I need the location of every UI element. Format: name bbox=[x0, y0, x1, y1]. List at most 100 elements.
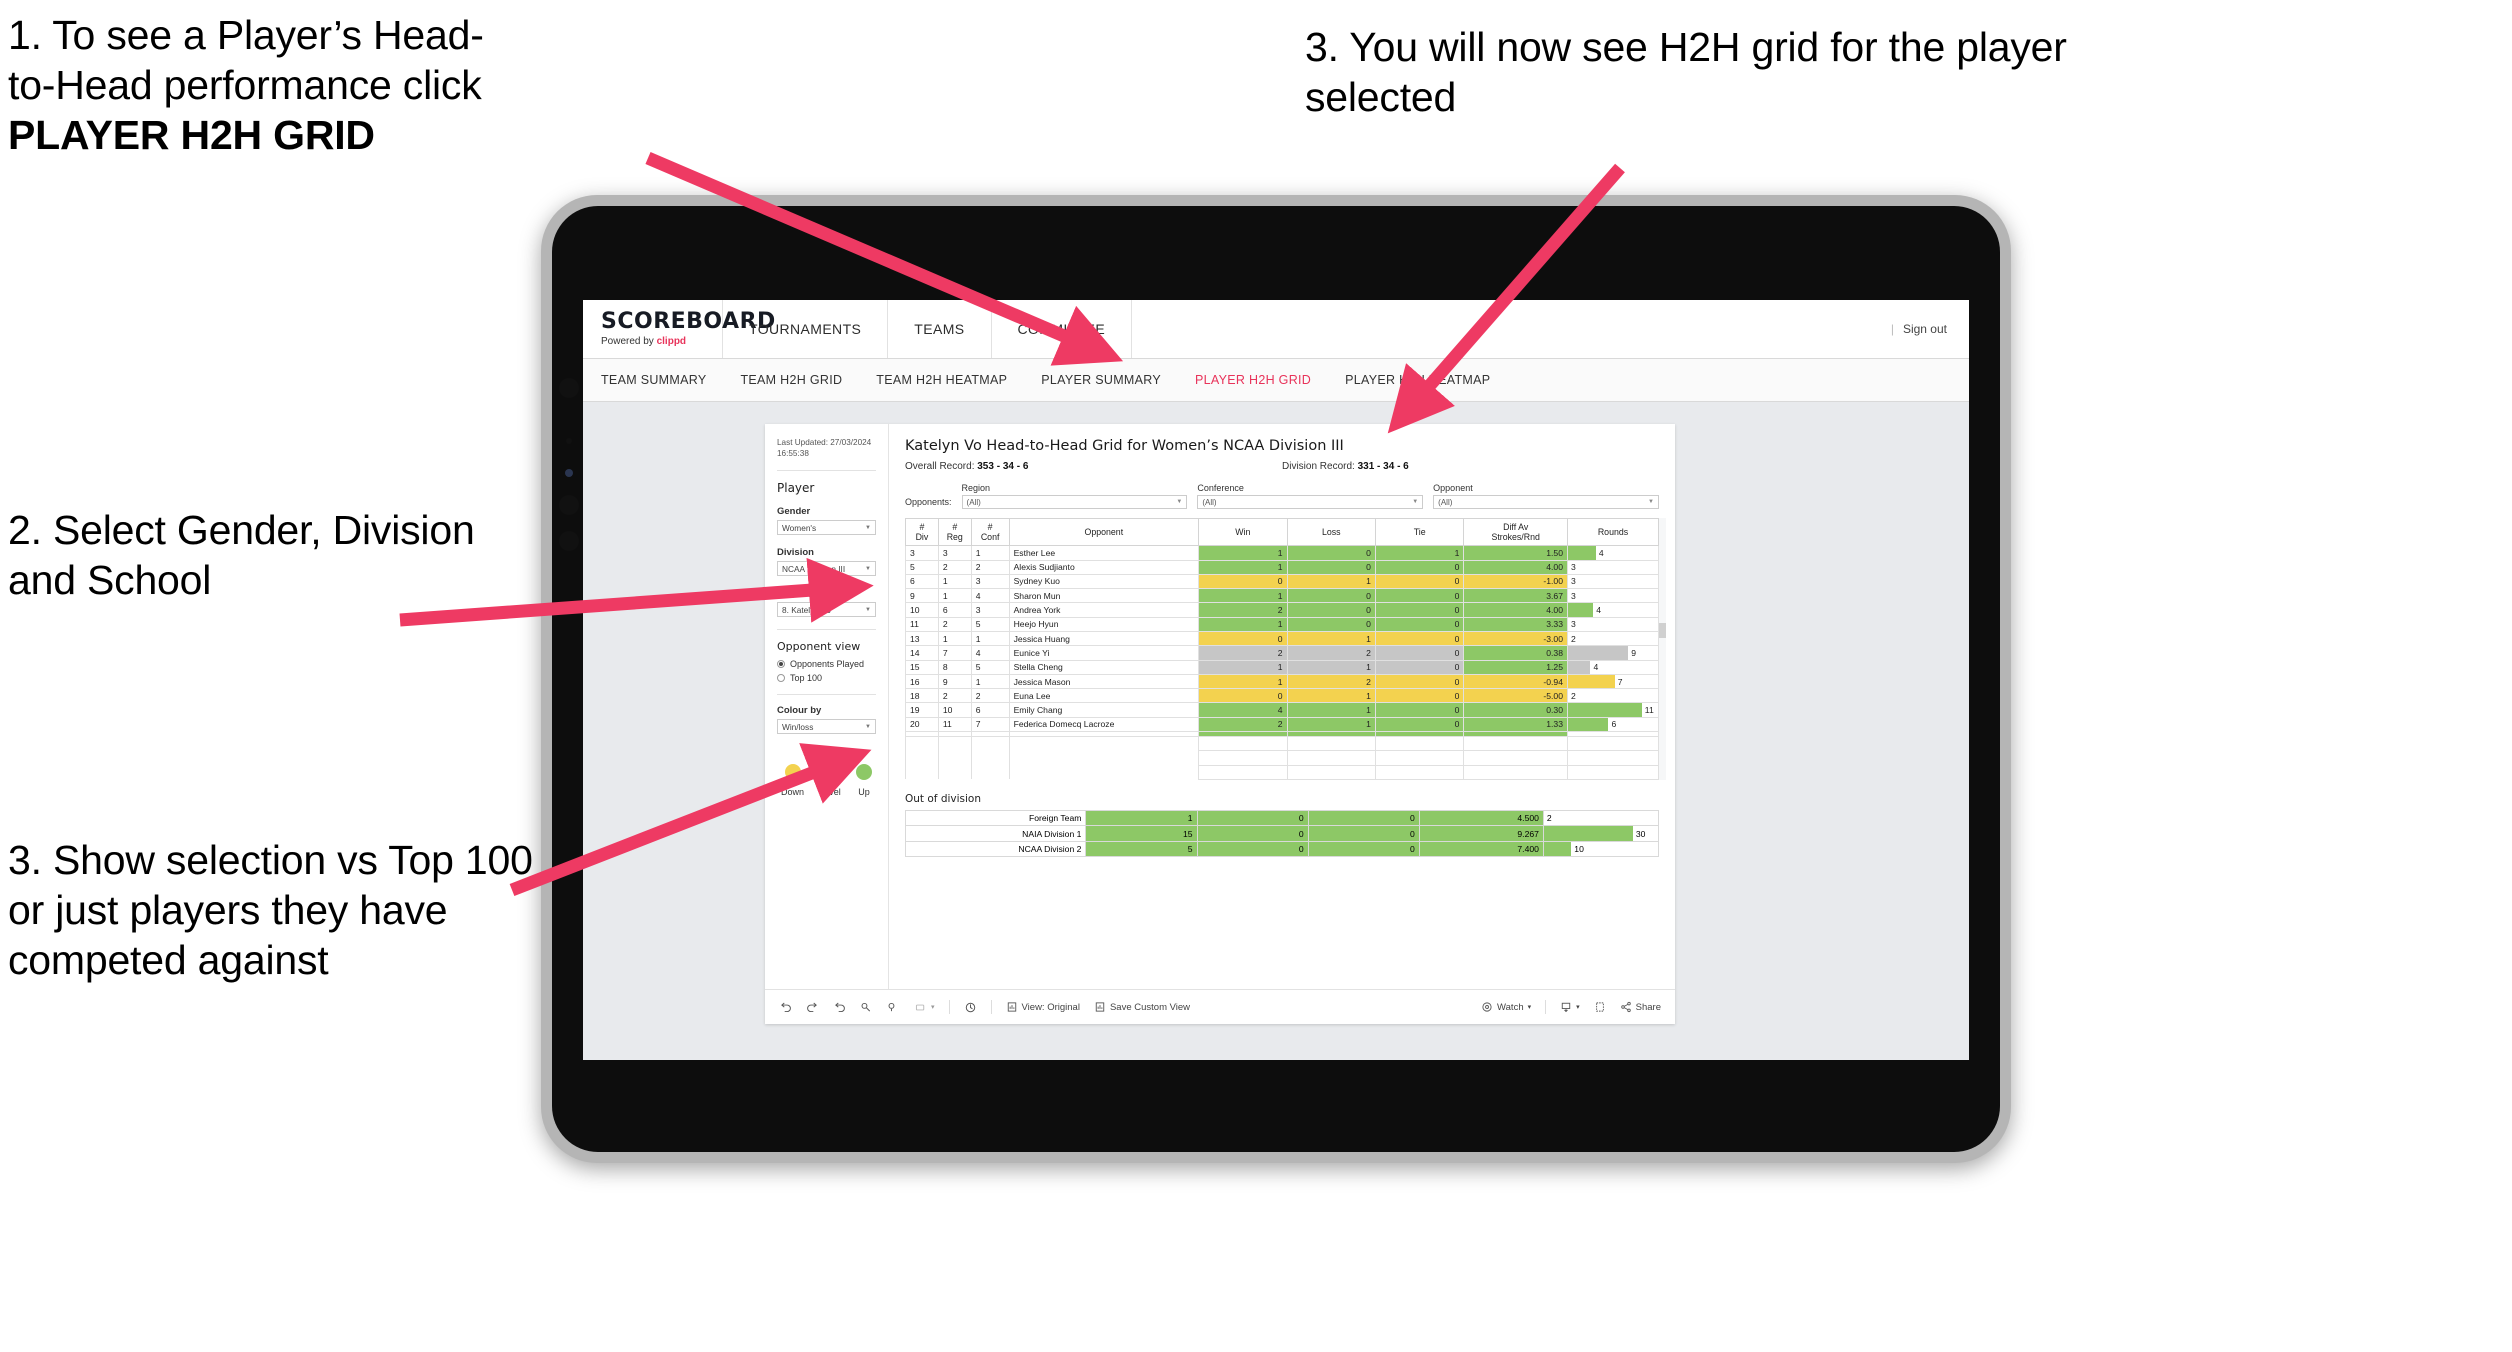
toolbar-divider bbox=[1545, 1000, 1547, 1014]
table-row[interactable]: Foreign Team 1 0 0 4.500 2 bbox=[904, 809, 1660, 827]
cell-empty bbox=[1008, 765, 1200, 780]
brand-logo[interactable]: SCOREBOARD Powered by clippd bbox=[583, 300, 775, 358]
division-select[interactable]: NCAA Division III ▼ bbox=[777, 561, 876, 577]
cell-reg: 2 bbox=[937, 559, 972, 575]
cell-loss: 1 bbox=[1286, 573, 1376, 590]
cell-opponent: Heejo Hyun bbox=[1008, 616, 1200, 633]
cell-empty bbox=[1198, 764, 1288, 780]
table-row[interactable]: 15 8 5 Stella Cheng 1 1 0 1.25 4 bbox=[905, 659, 1660, 675]
table-row[interactable]: 13 1 1 Jessica Huang 0 1 0 -3.00 2 bbox=[905, 630, 1660, 647]
filter-opponent-select[interactable]: (All) ▼ bbox=[1433, 495, 1659, 509]
save-custom-view-label: Save Custom View bbox=[1109, 1001, 1191, 1013]
grid-col-0: # Div bbox=[905, 517, 939, 547]
cell-empty bbox=[937, 750, 972, 766]
cell-win: 1 bbox=[1198, 659, 1288, 675]
table-row[interactable]: 3 3 1 Esther Lee 1 0 1 1.50 4 bbox=[905, 545, 1660, 561]
cell-diff: 3.67 bbox=[1463, 588, 1568, 604]
filter-region-value: (All) bbox=[966, 497, 981, 507]
cell-div: 10 bbox=[905, 602, 939, 618]
save-custom-view-button[interactable]: Save Custom View bbox=[1094, 1001, 1190, 1013]
cell-reg: 6 bbox=[937, 602, 972, 618]
cell-empty bbox=[937, 736, 972, 751]
tab-team-h2h-grid[interactable]: TEAM H2H GRID bbox=[740, 373, 842, 387]
cell-tie: 0 bbox=[1374, 616, 1465, 633]
table-row[interactable]: NAIA Division 1 15 0 0 9.267 30 bbox=[904, 825, 1660, 842]
cell-diff: 4.00 bbox=[1463, 559, 1568, 575]
cell-rounds: 2 bbox=[1566, 630, 1660, 647]
filter-conference-select[interactable]: (All) ▼ bbox=[1197, 495, 1424, 509]
pause-icon[interactable] bbox=[887, 1001, 900, 1014]
cell-reg: 1 bbox=[937, 573, 972, 590]
cell-div: 3 bbox=[905, 545, 939, 561]
cell-loss: 2 bbox=[1286, 673, 1376, 690]
share-button[interactable]: Share bbox=[1620, 1001, 1661, 1013]
gender-select[interactable]: Women's ▼ bbox=[777, 520, 876, 536]
cell-div: 11 bbox=[905, 616, 939, 633]
cell-diff: 1.33 bbox=[1463, 716, 1568, 733]
fullscreen-button[interactable] bbox=[1594, 1001, 1606, 1013]
tab-team-summary[interactable]: TEAM SUMMARY bbox=[601, 373, 706, 387]
sign-out-link[interactable]: Sign out bbox=[1903, 322, 1947, 336]
table-row[interactable]: 11 2 5 Heejo Hyun 1 0 0 3.33 3 bbox=[905, 616, 1660, 633]
revert-icon[interactable] bbox=[833, 1001, 846, 1014]
undo-icon[interactable] bbox=[779, 1001, 792, 1014]
tab-player-summary[interactable]: PLAYER SUMMARY bbox=[1041, 373, 1161, 387]
cell-tie: 0 bbox=[1374, 559, 1465, 575]
player-rank-label: Player (Rank) bbox=[777, 588, 838, 600]
share-label: Share bbox=[1635, 1001, 1661, 1013]
table-row[interactable]: 9 1 4 Sharon Mun 1 0 0 3.67 3 bbox=[905, 588, 1660, 604]
table-row[interactable]: 6 1 3 Sydney Kuo 0 1 0 -1.00 3 bbox=[905, 573, 1660, 590]
opponent-filters: Opponents: Region (All) ▼ Conference (Al bbox=[905, 483, 1659, 509]
cell-win: 2 bbox=[1198, 645, 1288, 661]
download-button[interactable]: ▾ bbox=[1560, 1001, 1580, 1013]
filter-region-select[interactable]: (All) ▼ bbox=[961, 495, 1188, 509]
table-row[interactable]: 20 11 7 Federica Domecq Lacroze 2 1 0 1.33 6 bbox=[905, 716, 1660, 733]
cell-empty bbox=[1463, 750, 1568, 766]
table-row[interactable]: 16 9 1 Jessica Mason 1 2 0 -0.94 7 bbox=[905, 673, 1660, 690]
zoom-dropdown[interactable]: ▾ bbox=[914, 1001, 935, 1014]
table-row[interactable]: 18 2 2 Euna Lee 0 1 0 -5.00 2 bbox=[905, 688, 1660, 704]
cell-empty bbox=[1463, 764, 1568, 780]
watch-button[interactable]: Watch ▾ bbox=[1481, 1001, 1531, 1013]
radio-opponents-played[interactable]: Opponents Played bbox=[777, 659, 876, 669]
filter-conference-label: Conference bbox=[1197, 483, 1244, 493]
cell-rounds: 3 bbox=[1566, 573, 1660, 590]
cell-loss: 1 bbox=[1286, 688, 1376, 704]
cell-tie: 0 bbox=[1374, 702, 1465, 718]
cell-rounds: 2 bbox=[1566, 688, 1660, 704]
brand-sub-prefix: Powered by bbox=[601, 336, 657, 347]
cell-loss: 1 bbox=[1286, 716, 1376, 733]
table-row[interactable]: 14 7 4 Eunice Yi 2 2 0 0.38 9 bbox=[905, 645, 1660, 661]
cell-conf: 3 bbox=[970, 573, 1010, 590]
table-row[interactable]: 5 2 2 Alexis Sudjianto 1 0 0 4.00 3 bbox=[905, 559, 1660, 575]
cell-tie: 0 bbox=[1374, 659, 1465, 675]
table-row[interactable]: NCAA Division 2 5 0 0 7.400 10 bbox=[904, 840, 1660, 858]
player-rank-select[interactable]: 8. Katelyn Vo ▼ bbox=[777, 602, 876, 618]
header-nav-teams[interactable]: TEAMS bbox=[888, 300, 992, 358]
colour-legend: Down Level Up bbox=[777, 764, 876, 797]
cell-win: 0 bbox=[1198, 630, 1288, 647]
header-nav: TOURNAMENTS TEAMS COMMITTEE bbox=[723, 300, 1133, 358]
table-row[interactable]: 10 6 3 Andrea York 2 0 0 4.00 4 bbox=[905, 602, 1660, 618]
vertical-scrollbar[interactable] bbox=[1659, 518, 1666, 780]
cell-reg: 1 bbox=[937, 630, 972, 647]
scrollbar-thumb[interactable] bbox=[1659, 623, 1666, 638]
view-original-button[interactable]: View: Original bbox=[1006, 1001, 1080, 1013]
table-row[interactable]: 19 10 6 Emily Chang 4 1 0 0.30 11 bbox=[905, 702, 1660, 718]
cell-tie: 0 bbox=[1374, 688, 1465, 704]
cell-empty bbox=[1566, 764, 1660, 780]
tab-player-h2h-grid[interactable]: PLAYER H2H GRID bbox=[1195, 373, 1311, 387]
out-of-division-table: Foreign Team 1 0 0 4.500 2 NAIA Division 1 15 0 0… bbox=[904, 809, 1660, 858]
refresh-icon[interactable] bbox=[860, 1001, 873, 1014]
cell-rounds: 11 bbox=[1566, 702, 1660, 718]
header-nav-committee[interactable]: COMMITTEE bbox=[992, 300, 1133, 358]
header-nav-tournaments[interactable]: TOURNAMENTS bbox=[723, 300, 889, 358]
cell-win: 1 bbox=[1198, 616, 1288, 633]
tab-team-h2h-heatmap[interactable]: TEAM H2H HEATMAP bbox=[876, 373, 1007, 387]
radio-top-100[interactable]: Top 100 bbox=[777, 673, 876, 683]
pause-auto-update-icon[interactable] bbox=[964, 1001, 977, 1014]
tab-player-h2h-heatmap[interactable]: PLAYER H2H HEATMAP bbox=[1345, 373, 1490, 387]
cell-empty bbox=[1374, 736, 1465, 752]
colour-by-select[interactable]: Win/loss ▼ bbox=[777, 719, 876, 735]
redo-icon[interactable] bbox=[806, 1001, 819, 1014]
